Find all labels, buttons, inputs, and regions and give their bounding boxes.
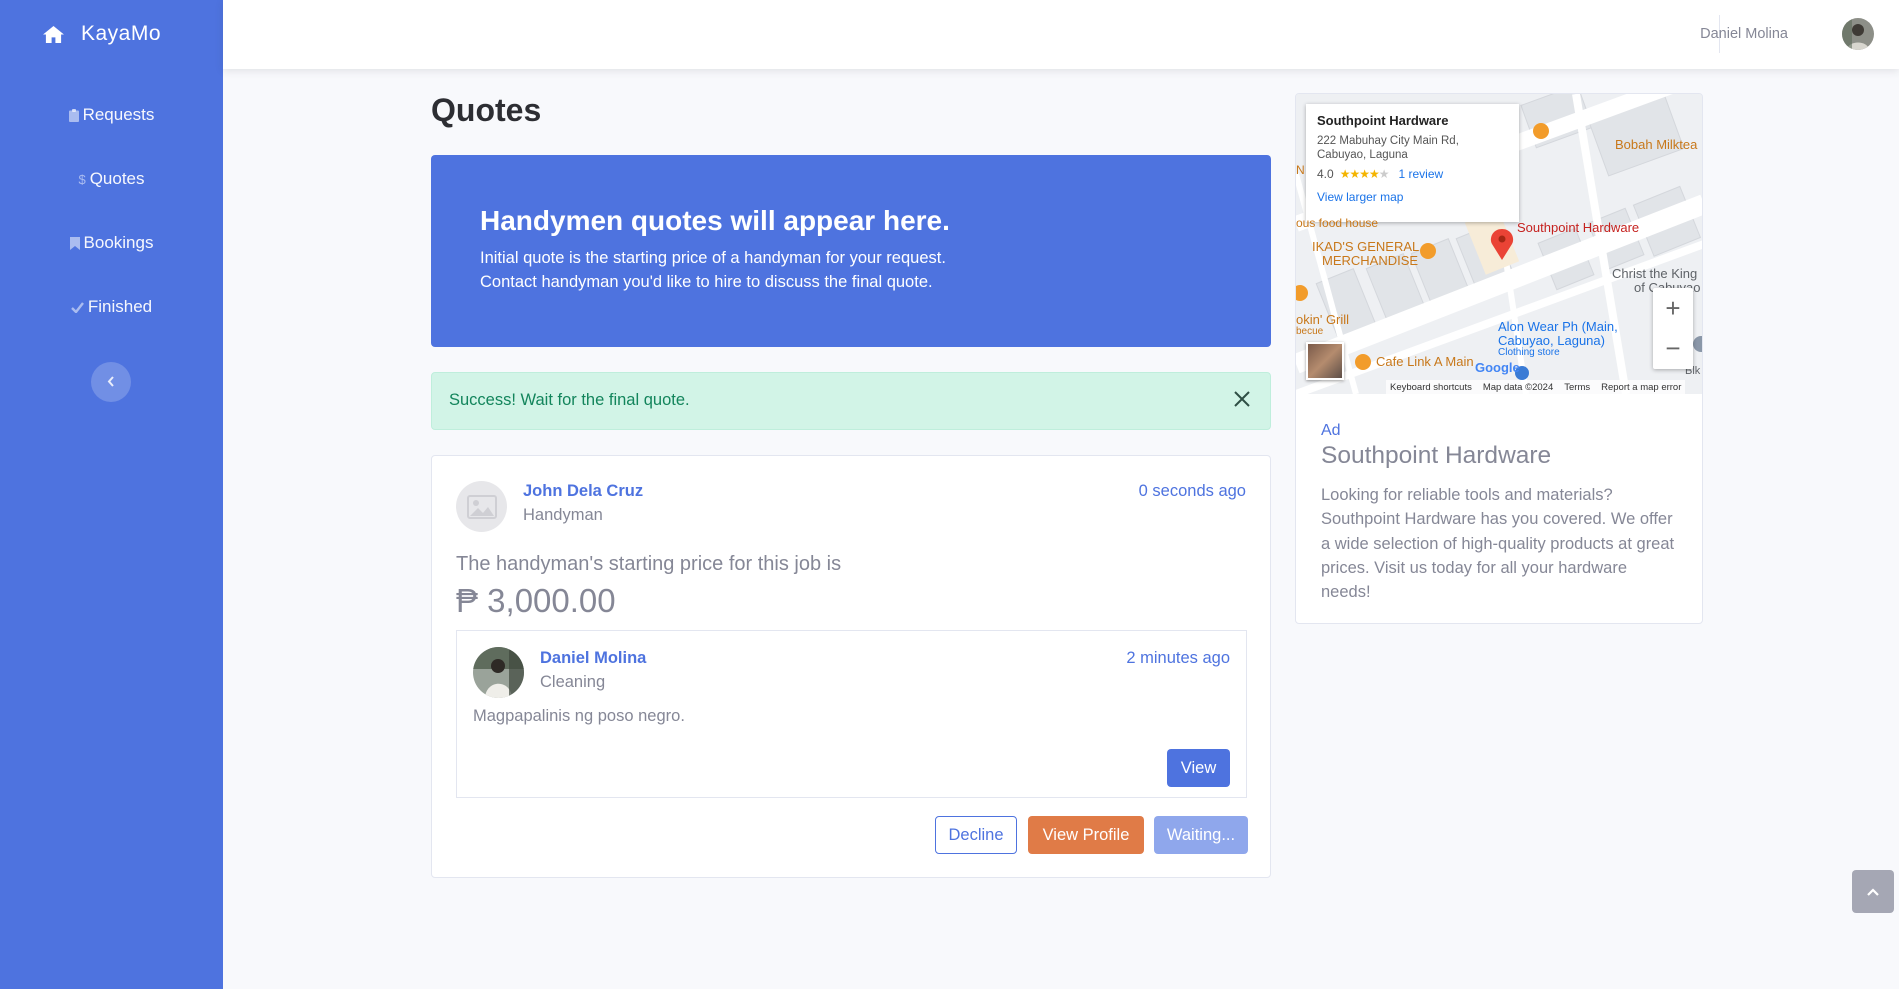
google-logo: Google [1475,360,1520,375]
map-label-alon-3: Clothing store [1498,347,1560,358]
image-placeholder-icon [456,481,507,532]
waiting-button[interactable]: Waiting... [1154,816,1248,854]
star-rating-icon: ★★★★★ [1339,167,1390,181]
quote-time: 0 seconds ago [1138,482,1246,500]
keyboard-shortcuts-link[interactable]: Keyboard shortcuts [1390,382,1472,393]
sidebar: KayaMo Requests $ Quotes Bookings Finish… [0,0,223,989]
banner-heading: Handymen quotes will appear here. [480,205,950,236]
ad-card: Southpoint Hardware 222 Mabuhay City Mai… [1295,93,1703,624]
ad-label: Ad [1321,422,1341,439]
map-place-name: Southpoint Hardware [1317,113,1449,128]
view-larger-map-link[interactable]: View larger map [1317,190,1508,204]
map-label-ikad-1: IKAD'S GENERAL [1312,239,1420,254]
map-address: 222 Mabuhay City Main Rd, Cabuyao, Lagun… [1317,135,1459,161]
info-banner: Handymen quotes will appear here. Initia… [431,155,1271,347]
map-label-n: N [1296,163,1305,177]
starting-price: ₱ 3,000.00 [456,582,616,619]
request-summary: Daniel Molina Cleaning 2 minutes ago Mag… [456,630,1247,798]
map-label-cafe: Cafe Link A Main [1376,354,1474,369]
user-name[interactable]: Daniel Molina [1700,26,1788,42]
chevron-left-icon [107,374,115,391]
handyman-name-link[interactable]: John Dela Cruz [523,482,643,501]
map-marker-label: Southpoint Hardware [1517,220,1640,235]
sidebar-item-label: Bookings [83,233,154,252]
requester-name-link[interactable]: Daniel Molina [540,649,646,668]
success-alert: Success! Wait for the final quote. [431,372,1271,430]
quote-card: John Dela Cruz Handyman 0 seconds ago Th… [431,455,1271,878]
banner-line-1: Initial quote is the starting price of a… [480,249,946,267]
request-time: 2 minutes ago [1126,649,1230,667]
report-map-error-link[interactable]: Report a map error [1601,382,1681,393]
map-label-grill-2: becue [1296,326,1324,337]
map-label-alon-2: Cabuyao, Laguna) [1498,333,1605,348]
map-reviews-link[interactable]: 1 review [1398,167,1443,181]
brand-name: KayaMo [81,22,162,45]
request-category: Cleaning [540,673,606,691]
sidebar-item-finished[interactable]: Finished [0,275,223,339]
map-embed[interactable]: Southpoint Hardware 222 Mabuhay City Mai… [1296,94,1702,394]
map-label-christ-1: Christ the King [1612,266,1698,281]
map-label-food: ous food house [1296,216,1379,230]
decline-button[interactable]: Decline [935,816,1017,854]
map-label-ikad-2: MERCHANDISE [1322,253,1419,268]
map-footer: Keyboard shortcuts Map data ©2024 Terms … [1386,380,1686,394]
sidebar-item-label: Requests [82,105,155,124]
map-label-bobah: Bobah Milktea [1615,137,1698,152]
sidebar-toggle-button[interactable] [91,362,131,402]
handyman-role: Handyman [523,506,603,524]
terms-link[interactable]: Terms [1564,382,1590,393]
home-icon [43,25,64,43]
request-description: Magpapalinis ng poso negro. [473,707,685,725]
street-view-thumbnail[interactable] [1306,342,1344,380]
alert-message: Success! Wait for the final quote. [449,391,690,409]
map-info-window: Southpoint Hardware 222 Mabuhay City Mai… [1306,104,1519,222]
bookmark-icon [69,236,80,250]
map-zoom-control: + − [1653,288,1693,369]
map-rating: 4.0 ★★★★★ 1 review [1317,167,1508,181]
sidebar-item-label: Quotes [89,169,145,188]
brand-link[interactable]: KayaMo [0,0,223,68]
ad-title[interactable]: Southpoint Hardware [1321,442,1551,470]
page-title: Quotes [431,92,542,128]
sidebar-item-label: Finished [87,297,153,316]
clipboard-icon [68,108,79,122]
zoom-out-button[interactable]: − [1653,328,1693,368]
check-icon [71,301,84,313]
zoom-in-button[interactable]: + [1653,288,1693,328]
dollar-icon: $ [78,171,86,187]
topbar: Daniel Molina [223,0,1899,69]
map-label-grill-1: okin' Grill [1296,312,1350,327]
scroll-to-top-button[interactable] [1852,870,1894,913]
requester-avatar [473,647,524,698]
sidebar-item-requests[interactable]: Requests [0,83,223,147]
user-avatar[interactable] [1842,18,1874,50]
price-prompt: The handyman's starting price for this j… [456,553,842,575]
close-icon[interactable] [1232,389,1252,414]
view-request-button[interactable]: View [1167,749,1230,787]
sidebar-item-quotes[interactable]: $ Quotes [0,147,223,211]
map-data-text: Map data ©2024 [1482,381,1554,393]
banner-line-2: Contact handyman you'd like to hire to d… [480,273,933,291]
map-rating-value: 4.0 [1317,167,1334,181]
map-label-alon-1: Alon Wear Ph (Main, [1498,319,1618,334]
sidebar-item-bookings[interactable]: Bookings [0,211,223,275]
view-profile-button[interactable]: View Profile [1028,816,1144,854]
ad-body: Looking for reliable tools and materials… [1321,486,1675,602]
chevron-up-icon [1867,883,1879,901]
